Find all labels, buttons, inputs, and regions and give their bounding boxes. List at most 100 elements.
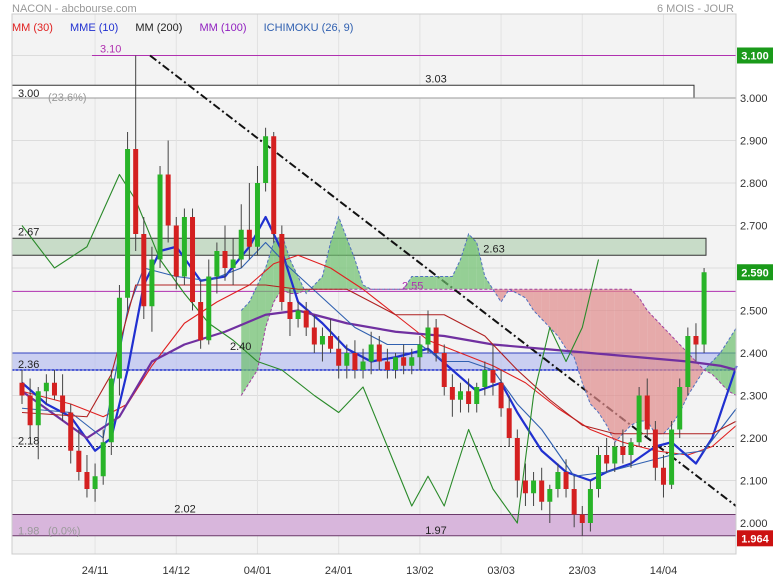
candle-body [604, 455, 610, 464]
candle-body [35, 391, 41, 426]
candle-body [149, 259, 155, 307]
candle-body [43, 382, 49, 392]
candle-body [660, 467, 666, 485]
label-3.03: 3.03 [425, 73, 446, 85]
candle-body [173, 225, 179, 277]
candle-body [76, 450, 82, 472]
legend: MM (30) MME (10) MM (200) MM (100) ICHIM… [12, 22, 367, 34]
candle-body [449, 387, 455, 400]
candle-body [669, 429, 675, 485]
candle-body [490, 370, 496, 383]
label-0pct: (0.0%) [48, 526, 80, 538]
y-tick-label: 2.000 [740, 518, 768, 530]
candle-body [466, 391, 472, 404]
candle-body [84, 472, 90, 489]
candle-body [214, 251, 220, 277]
legend-mm30[interactable]: MM (30) [12, 22, 53, 34]
candle-body [612, 446, 618, 464]
candle-body [108, 378, 114, 443]
candle-body [360, 361, 366, 370]
candle-body [141, 234, 147, 307]
candle-body [384, 361, 390, 370]
candle-body [579, 514, 585, 523]
candle-body [181, 217, 187, 277]
legend-mme10[interactable]: MME (10) [70, 22, 118, 34]
price-badge-label: 2.590 [741, 267, 769, 279]
candle-body [198, 302, 204, 341]
candle-body [319, 336, 325, 345]
y-tick-label: 2.800 [740, 178, 768, 190]
candle-body [482, 370, 488, 387]
cloud-segment [655, 319, 664, 434]
x-tick-label: 23/03 [569, 565, 597, 577]
y-tick-label: 2.300 [740, 391, 768, 403]
candle-body [409, 357, 415, 366]
candle-body [263, 136, 269, 183]
candle-body [27, 395, 33, 426]
candle-body [571, 489, 577, 515]
x-tick-label: 03/03 [487, 565, 515, 577]
cloud-segment [598, 289, 607, 426]
candle-body [539, 480, 545, 502]
candle-body [693, 336, 699, 345]
candle-body [51, 382, 57, 396]
candle-body [165, 174, 171, 226]
candle-body [644, 395, 650, 430]
x-tick-label: 13/02 [406, 565, 434, 577]
legend-mm200[interactable]: MM (200) [135, 22, 182, 34]
label-3.00: 3.00 [18, 88, 39, 100]
y-tick-label: 2.900 [740, 136, 768, 148]
label-3.10: 3.10 [100, 44, 121, 56]
candle-body [303, 310, 309, 328]
resistance-zone-3.00 [11, 84, 695, 99]
candle-body [401, 357, 407, 366]
label-2.36: 2.36 [18, 359, 39, 371]
price-badge-label: 3.100 [741, 51, 769, 63]
chart-period: 6 MOIS - JOUR [656, 3, 734, 15]
candle-body [222, 251, 228, 268]
cloud-segment [468, 234, 477, 290]
candle-body [376, 344, 382, 362]
cloud-segment [606, 289, 615, 443]
candle-body [279, 234, 285, 302]
chart-title: NACON - abcbourse.com [12, 3, 137, 15]
label-2.63: 2.63 [483, 243, 504, 255]
candle-body [441, 353, 447, 387]
candle-body [287, 302, 293, 319]
y-tick-label: 2.200 [740, 433, 768, 445]
candle-body [116, 297, 122, 379]
candle-body [498, 382, 504, 409]
candle-body [328, 336, 334, 349]
candle-body [19, 382, 25, 396]
cloud-segment [614, 289, 623, 443]
cloud-segment [663, 327, 672, 434]
cloud-segment [444, 276, 453, 290]
x-tick-label: 24/01 [325, 565, 353, 577]
candle-body [100, 442, 106, 477]
candle-body [336, 348, 342, 366]
cloud-segment [249, 285, 258, 383]
candle-body [457, 391, 463, 400]
legend-mm100[interactable]: MM (100) [199, 22, 246, 34]
label-1.97: 1.97 [425, 525, 446, 537]
cloud-segment [590, 289, 599, 413]
candle-body [677, 387, 683, 430]
candle-body [685, 336, 691, 387]
candle-body [344, 353, 350, 366]
candle-body [393, 357, 399, 370]
candle-body [417, 344, 423, 358]
candle-body [125, 149, 131, 298]
y-tick-label: 2.500 [740, 306, 768, 318]
candle-body [311, 327, 317, 345]
candle-body [531, 480, 537, 494]
candle-body [701, 272, 707, 345]
candle-body [563, 472, 569, 489]
candle-body [230, 259, 236, 268]
candle-body [433, 327, 439, 353]
legend-ichimoku[interactable]: ICHIMOKU (26, 9) [264, 22, 354, 34]
candle-body [620, 446, 626, 455]
price-chart[interactable]: 3.10 3.00 (23.6%) 3.03 2.67 2.63 2.55 2.40 2.36 2… [0, 0, 784, 580]
candle-body [254, 183, 260, 247]
cloud-segment [428, 276, 437, 290]
label-2.55: 2.55 [402, 280, 423, 292]
